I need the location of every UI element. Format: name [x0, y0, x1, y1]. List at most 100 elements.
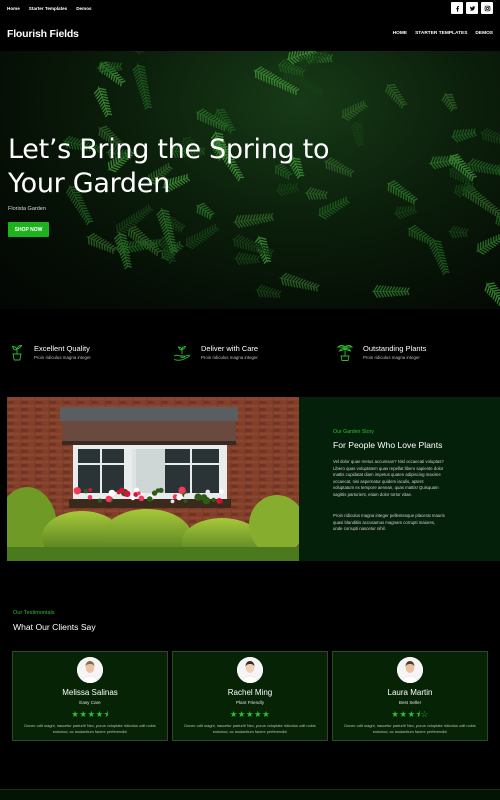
foliage-frond	[93, 86, 113, 118]
site-header: Flourish Fields HOME STARTER TEMPLATES D…	[0, 17, 500, 51]
foliage-frond	[132, 51, 165, 55]
foliage-frond	[371, 284, 410, 298]
flower	[105, 495, 112, 503]
top-bar: Home Starter Templates Demos	[0, 0, 500, 17]
foliage-frond	[407, 224, 434, 246]
feature-text: Proin ridiculus magna integer	[34, 355, 91, 360]
flower	[176, 494, 183, 501]
flower	[116, 490, 122, 495]
testimonial-card: Melissa Salinas Easy Care ★★★★⯨ Donec od…	[12, 651, 168, 741]
foliage-frond	[448, 153, 477, 182]
foliage-frond	[495, 214, 500, 231]
foliage-frond	[480, 127, 500, 145]
story-paragraph-1: Vel dolor quae metus accumsan? Nisl occa…	[333, 459, 444, 497]
star-rating: ★★★⯨☆	[391, 709, 429, 719]
foliage-frond	[163, 215, 186, 233]
testimonial-role: Plant Friendly	[235, 700, 265, 705]
foliage-frond	[233, 213, 274, 229]
story-paragraph-2: Proin ridiculus magna integer pellentesq…	[333, 513, 445, 532]
testimonial-card: Rachel Ming Plant Friendly ★★★★★ Donec o…	[172, 651, 328, 741]
testimonial-role: Easy Care	[79, 700, 101, 705]
star-rating: ★★★★★	[229, 709, 271, 719]
feature-text: Proin ridiculus magna integer	[363, 355, 420, 360]
nav-demos[interactable]: DEMOS	[475, 31, 493, 36]
foliage-frond	[385, 83, 408, 109]
top-link-home[interactable]: Home	[7, 6, 20, 11]
avatar	[237, 657, 263, 683]
feature-text: Proin ridiculus magna integer	[201, 355, 258, 360]
flower	[136, 491, 141, 496]
hand-plant-icon	[173, 346, 190, 361]
foliage-frond	[393, 205, 417, 220]
flower	[205, 489, 211, 495]
main-nav: HOME STARTER TEMPLATES DEMOS	[393, 31, 493, 36]
nav-home[interactable]: HOME	[393, 31, 407, 36]
story-eyebrow: Our Garden Story	[333, 429, 374, 435]
testimonial-quote: Donec odit magni, nascetur parturit! Nec…	[184, 723, 316, 734]
flower	[108, 489, 116, 497]
feature-deliver-with-care: Deliver with Care Proin ridiculus magna …	[172, 343, 258, 361]
flower	[170, 499, 175, 504]
hero-section: Let’s Bring the Spring to Your Garden Fl…	[0, 51, 500, 309]
flower	[194, 493, 202, 501]
nav-starter-templates[interactable]: STARTER TEMPLATES	[415, 31, 467, 36]
flower	[183, 499, 188, 503]
top-link-starter-templates[interactable]: Starter Templates	[29, 6, 67, 11]
foliage-frond	[386, 180, 418, 205]
social-links	[451, 2, 493, 14]
feature-outstanding-plants: Outstanding Plants Proin ridiculus magna…	[336, 343, 426, 361]
potted-plant-icon	[11, 345, 23, 361]
twitter-icon[interactable]	[466, 2, 478, 14]
flower	[83, 489, 89, 494]
shop-now-button[interactable]: SHOP NOW	[8, 222, 49, 237]
foliage-frond	[255, 284, 282, 299]
flower	[151, 490, 158, 496]
house-window-image	[7, 397, 299, 561]
instagram-icon[interactable]	[481, 2, 493, 14]
feature-excellent-quality: Excellent Quality Proin ridiculus magna …	[9, 343, 91, 361]
star-rating: ★★★★⯨	[71, 709, 109, 719]
flower	[147, 496, 153, 502]
palm-plant-icon	[336, 345, 354, 361]
testimonial-name: Melissa Salinas	[62, 688, 118, 697]
foliage-frond	[184, 223, 220, 250]
testimonial-quote: Donec odit magni, nascetur parturit! Nec…	[24, 723, 156, 734]
foliage-frond	[340, 100, 368, 121]
flower	[73, 487, 82, 495]
testimonial-card: Laura Martin Best Seller ★★★⯨☆ Donec odi…	[332, 651, 488, 741]
flower	[202, 496, 211, 505]
flower	[219, 489, 224, 494]
feature-title: Outstanding Plants	[363, 344, 427, 353]
hero-title: Let’s Bring the Spring to Your Garden	[8, 134, 330, 199]
testimonial-name: Rachel Ming	[227, 688, 273, 697]
garden-story-section: Our Garden Story For People Who Love Pla…	[0, 395, 500, 564]
facebook-icon[interactable]	[451, 2, 463, 14]
testimonial-name: Laura Martin	[387, 688, 433, 697]
feature-title: Excellent Quality	[34, 344, 90, 353]
foliage-frond	[448, 225, 469, 239]
foliage-frond	[233, 252, 260, 266]
feature-title: Deliver with Care	[201, 344, 259, 353]
story-panel: Our Garden Story For People Who Love Pla…	[299, 397, 500, 561]
avatar	[397, 657, 423, 683]
top-link-demos[interactable]: Demos	[76, 6, 91, 11]
flower	[178, 489, 184, 495]
foliage-frond	[279, 272, 320, 292]
foliage-frond	[450, 128, 477, 143]
testimonials-title: What Our Clients Say	[13, 622, 96, 632]
flower	[184, 493, 190, 499]
footer-strip	[0, 789, 500, 800]
site-logo[interactable]: Flourish Fields	[7, 28, 79, 40]
foliage-frond	[441, 92, 458, 112]
flower	[88, 488, 93, 492]
foliage-frond	[429, 238, 450, 276]
foliage-frond	[350, 121, 365, 147]
testimonial-quote: Donec odit magni, nascetur parturit! Nec…	[344, 723, 476, 734]
avatar	[77, 657, 103, 683]
foliage-frond	[476, 234, 500, 255]
features-section: Excellent Quality Proin ridiculus magna …	[0, 309, 500, 395]
foliage-frond	[232, 234, 275, 258]
foliage-frond	[86, 232, 117, 254]
testimonials-eyebrow: Our Testimonials	[13, 610, 55, 616]
flower	[211, 497, 216, 502]
